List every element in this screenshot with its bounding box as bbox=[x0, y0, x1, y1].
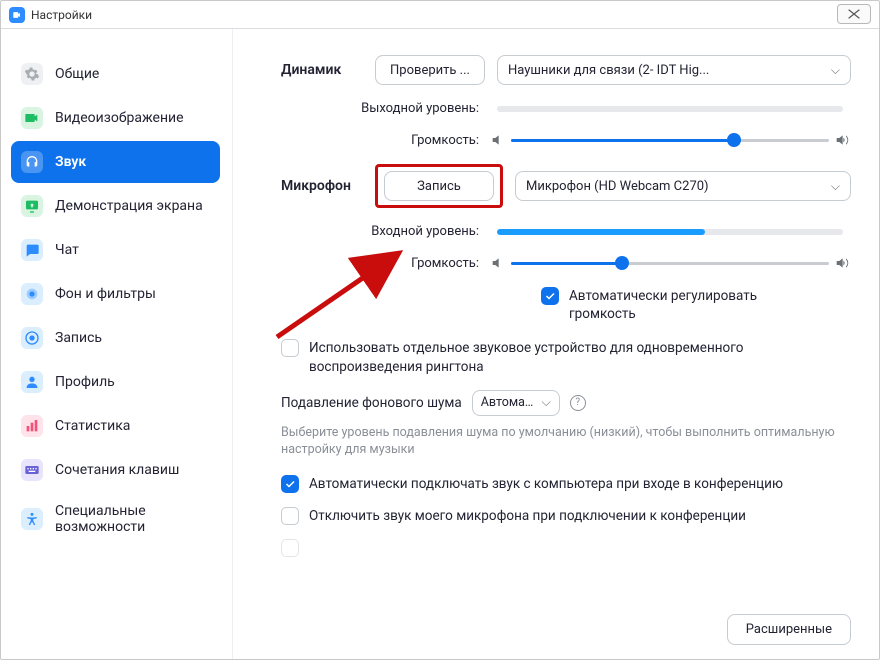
speaker-device-select[interactable]: Наушники для связи (2- IDT Hig... ⌵ bbox=[497, 55, 851, 85]
noise-suppression-label: Подавление фонового шума bbox=[281, 395, 462, 411]
sidebar-item-background[interactable]: Фон и фильтры bbox=[11, 273, 220, 315]
chat-icon bbox=[21, 239, 43, 261]
mic-input-level-meter bbox=[497, 229, 843, 235]
record-icon bbox=[21, 327, 43, 349]
chevron-down-icon: ⌵ bbox=[542, 395, 551, 410]
sidebar-item-label: Специальные возможности bbox=[55, 503, 210, 535]
mic-volume-label: Громкость: bbox=[281, 256, 489, 271]
sidebar-item-general[interactable]: Общие bbox=[11, 53, 220, 95]
titlebar: Настройки bbox=[1, 1, 879, 29]
chevron-down-icon: ⌵ bbox=[831, 179, 840, 194]
speaker-section-label: Динамик bbox=[281, 62, 375, 78]
truncated-row bbox=[281, 539, 851, 557]
sidebar-item-label: Демонстрация экрана bbox=[55, 198, 203, 214]
speaker-low-icon bbox=[489, 255, 507, 271]
sidebar: Общие Видеоизображение Звук Демонстрация… bbox=[1, 29, 233, 659]
highlight-annotation: Запись bbox=[375, 164, 503, 208]
help-icon[interactable]: ? bbox=[570, 395, 586, 411]
test-speaker-button[interactable]: Проверить ... bbox=[375, 55, 485, 85]
mic-row: Микрофон Запись Микрофон (HD Webcam C270… bbox=[281, 164, 851, 208]
speaker-output-level-row: Выходной уровень: bbox=[281, 101, 851, 116]
auto-join-label: Автоматически подключать звук с компьюте… bbox=[309, 475, 783, 493]
input-level-label: Входной уровень: bbox=[281, 224, 489, 239]
settings-window: Настройки Общие Видеоизображение Звук Де… bbox=[0, 0, 880, 660]
mic-volume-row: Громкость: bbox=[281, 255, 851, 271]
speaker-output-level-meter bbox=[497, 106, 843, 112]
keyboard-icon bbox=[21, 459, 43, 481]
window-title: Настройки bbox=[31, 8, 92, 22]
separate-ringtone-row: Использовать отдельное звуковое устройст… bbox=[281, 339, 851, 375]
sidebar-item-profile[interactable]: Профиль bbox=[11, 361, 220, 403]
share-screen-icon bbox=[21, 195, 43, 217]
mic-device-select[interactable]: Микрофон (HD Webcam C270) ⌵ bbox=[515, 171, 851, 201]
mic-section-label: Микрофон bbox=[281, 178, 375, 194]
speaker-row: Динамик Проверить ... Наушники для связи… bbox=[281, 55, 851, 85]
output-level-label: Выходной уровень: bbox=[281, 101, 489, 116]
close-button[interactable] bbox=[837, 4, 871, 24]
sidebar-item-label: Чат bbox=[55, 242, 79, 258]
sidebar-item-label: Звук bbox=[55, 154, 86, 170]
mic-device-value: Микрофон (HD Webcam C270) bbox=[526, 179, 709, 194]
sidebar-item-label: Видеоизображение bbox=[55, 110, 184, 126]
content: Динамик Проверить ... Наушники для связи… bbox=[233, 29, 879, 659]
sidebar-item-statistics[interactable]: Статистика bbox=[11, 405, 220, 447]
auto-gain-row: Автоматически регулировать громкость bbox=[541, 287, 851, 323]
speaker-high-icon bbox=[833, 255, 851, 271]
mute-on-join-label: Отключить звук моего микрофона при подкл… bbox=[309, 507, 746, 525]
auto-join-row: Автоматически подключать звук с компьюте… bbox=[281, 475, 851, 493]
speaker-device-value: Наушники для связи (2- IDT Hig... bbox=[508, 63, 709, 78]
record-mic-button[interactable]: Запись bbox=[384, 171, 494, 201]
sidebar-item-audio[interactable]: Звук bbox=[11, 141, 220, 183]
mute-on-join-checkbox[interactable] bbox=[281, 507, 299, 525]
video-icon bbox=[21, 107, 43, 129]
auto-gain-checkbox[interactable] bbox=[541, 287, 559, 305]
sidebar-item-label: Сочетания клавиш bbox=[55, 462, 179, 478]
noise-suppression-select[interactable]: Автомат... ⌵ bbox=[472, 390, 560, 416]
sidebar-item-accessibility[interactable]: Специальные возможности bbox=[11, 493, 220, 545]
mic-input-level-fill bbox=[497, 229, 705, 235]
speaker-volume-label: Громкость: bbox=[281, 133, 489, 148]
auto-join-checkbox[interactable] bbox=[281, 475, 299, 493]
separate-ringtone-checkbox[interactable] bbox=[281, 339, 299, 357]
mute-on-join-row: Отключить звук моего микрофона при подкл… bbox=[281, 507, 851, 525]
noise-hint: Выберите уровень подавления шума по умол… bbox=[281, 424, 851, 459]
background-icon bbox=[21, 283, 43, 305]
speaker-volume-slider[interactable] bbox=[511, 133, 829, 147]
sidebar-item-keyboard[interactable]: Сочетания клавиш bbox=[11, 449, 220, 491]
mic-volume-slider[interactable] bbox=[511, 256, 829, 270]
sidebar-item-label: Запись bbox=[55, 330, 102, 346]
mic-input-level-row: Входной уровень: bbox=[281, 224, 851, 239]
separate-ringtone-label: Использовать отдельное звуковое устройст… bbox=[309, 339, 851, 375]
sidebar-item-share[interactable]: Демонстрация экрана bbox=[11, 185, 220, 227]
partial-checkbox[interactable] bbox=[281, 539, 299, 557]
sidebar-item-label: Профиль bbox=[55, 374, 115, 390]
speaker-high-icon bbox=[833, 132, 851, 148]
chevron-down-icon: ⌵ bbox=[831, 63, 840, 78]
gear-icon bbox=[21, 63, 43, 85]
zoom-app-icon bbox=[9, 7, 25, 23]
sidebar-item-label: Общие bbox=[55, 66, 99, 82]
statistics-icon bbox=[21, 415, 43, 437]
noise-suppression-value: Автомат... bbox=[481, 395, 536, 410]
speaker-volume-row: Громкость: bbox=[281, 132, 851, 148]
sidebar-item-recording[interactable]: Запись bbox=[11, 317, 220, 359]
sidebar-item-label: Фон и фильтры bbox=[55, 286, 156, 302]
sidebar-item-video[interactable]: Видеоизображение bbox=[11, 97, 220, 139]
sidebar-item-chat[interactable]: Чат bbox=[11, 229, 220, 271]
auto-gain-label: Автоматически регулировать громкость bbox=[569, 287, 769, 323]
close-icon bbox=[847, 9, 861, 19]
sidebar-item-label: Статистика bbox=[55, 418, 130, 434]
profile-icon bbox=[21, 371, 43, 393]
body: Общие Видеоизображение Звук Демонстрация… bbox=[1, 29, 879, 659]
speaker-low-icon bbox=[489, 132, 507, 148]
advanced-button[interactable]: Расширенные bbox=[727, 614, 851, 645]
headphones-icon bbox=[21, 151, 43, 173]
accessibility-icon bbox=[21, 508, 43, 530]
noise-suppression-row: Подавление фонового шума Автомат... ⌵ ? bbox=[281, 390, 851, 416]
